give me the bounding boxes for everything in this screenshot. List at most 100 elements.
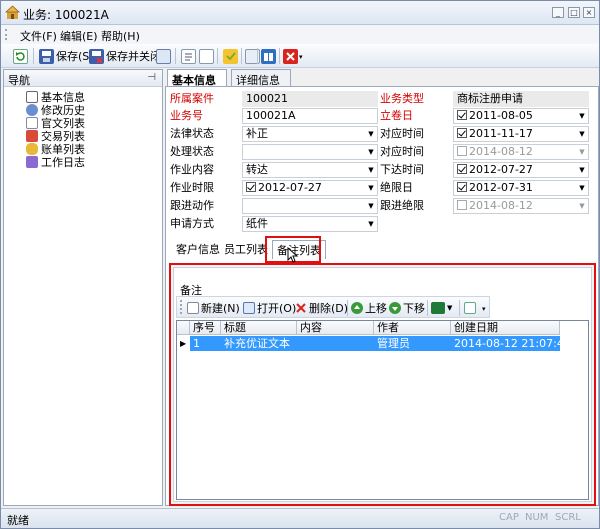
grid-corner — [177, 321, 190, 335]
cell-content — [297, 336, 300, 351]
follow-action-select[interactable]: ▼ — [242, 198, 378, 214]
work-content-value: 转达 — [246, 163, 268, 176]
maximize-button[interactable]: □ — [568, 7, 580, 18]
checkbox-checked-icon[interactable] — [457, 110, 467, 120]
due-time-value: 2011-11-17 — [469, 127, 533, 140]
document-button[interactable] — [181, 47, 198, 65]
subtab-staff-list[interactable]: 员工列表 — [224, 240, 268, 259]
save-button[interactable]: 保存(S) — [39, 47, 94, 65]
transaction-icon — [26, 130, 38, 142]
dropdown-arrow-icon[interactable]: ▼ — [366, 200, 376, 212]
close-doc-button[interactable] — [283, 47, 300, 65]
checkbox-unchecked-icon[interactable] — [457, 146, 467, 156]
page-button[interactable] — [199, 47, 216, 65]
dropdown-arrow-icon[interactable]: ▼ — [366, 218, 376, 230]
approve-button[interactable] — [223, 47, 240, 65]
biz-type-field: 商标注册申请 — [453, 91, 589, 107]
file-date-picker[interactable]: 2011-08-05 ▼ — [453, 108, 589, 124]
refresh-notes-button[interactable] — [464, 299, 478, 316]
legal-status-select[interactable]: 补正 ▼ — [242, 126, 378, 142]
save-close-button[interactable]: 保存并关闭 — [89, 47, 161, 65]
form-icon — [26, 91, 38, 103]
apply-method-select[interactable]: 纸件 ▼ — [242, 216, 378, 232]
tab-basic-info[interactable]: 基本信息(B) — [167, 69, 227, 101]
column-header-title[interactable]: 标题 — [221, 321, 297, 335]
legal-status-label: 法律状态 — [170, 127, 214, 140]
pin-icon[interactable]: ⊣ — [147, 72, 156, 83]
caps-indicator: CAP — [499, 512, 519, 523]
cell-index: 1 — [193, 337, 200, 350]
column-header-created[interactable]: 创建日期 — [451, 321, 560, 335]
menu-file[interactable]: 文件(F) — [20, 28, 57, 44]
help-book-button[interactable] — [261, 47, 278, 65]
dropdown-arrow-icon[interactable]: ▼ — [577, 110, 587, 122]
history-icon — [26, 104, 38, 116]
nav-item-work-log[interactable]: 工作日志 — [26, 155, 85, 169]
menu-grip-icon — [5, 29, 15, 40]
follow-date-picker[interactable]: 2014-08-12 ▼ — [453, 198, 589, 214]
due-time2-picker[interactable]: 2014-08-12 ▼ — [453, 144, 589, 160]
dropdown-arrow-icon[interactable]: ▼ — [577, 182, 587, 194]
toolbar-overflow-icon[interactable]: ▾ — [299, 53, 303, 61]
open-note-button[interactable]: 打开(O) — [243, 299, 296, 316]
checkbox-unchecked-icon[interactable] — [457, 200, 467, 210]
refresh-button[interactable] — [13, 47, 30, 65]
process-status-label: 处理状态 — [170, 145, 214, 158]
deadline-picker[interactable]: 2012-07-31 ▼ — [453, 180, 589, 196]
dropdown-arrow-icon[interactable]: ▼ — [366, 128, 376, 140]
issue-time-picker[interactable]: 2012-07-27 ▼ — [453, 162, 589, 178]
menu-help[interactable]: 帮助(H) — [101, 28, 140, 44]
form-area: 所属案件 100021 业务类型 商标注册申请 业务号 100021A 立卷日 … — [165, 86, 599, 506]
issue-time-label: 下达时间 — [380, 163, 424, 176]
minimize-button[interactable]: _ — [552, 7, 564, 18]
biz-no-label: 业务号 — [170, 109, 203, 122]
move-down-label: 下移 — [403, 301, 425, 315]
due-time-label: 对应时间 — [380, 127, 424, 140]
column-header-content[interactable]: 内容 — [297, 321, 374, 335]
checkbox-checked-icon[interactable] — [457, 182, 467, 192]
cell-author: 管理员 — [377, 337, 410, 350]
checkbox-checked-icon[interactable] — [457, 128, 467, 138]
open-icon — [243, 301, 255, 314]
save-close-icon — [89, 48, 104, 64]
column-header-author[interactable]: 作者 — [374, 321, 451, 335]
attach-button[interactable] — [245, 47, 262, 65]
process-status-select[interactable]: ▼ — [242, 144, 378, 160]
toolbar-overflow-icon[interactable]: ▾ — [482, 305, 486, 313]
num-indicator: NUM — [525, 512, 549, 523]
main-toolbar: 保存(S) 保存并关闭 ▾ — [1, 44, 599, 68]
case-field: 100021 — [242, 91, 378, 107]
work-deadline-picker[interactable]: 2012-07-27 ▼ — [242, 180, 378, 196]
nav-panel: 导航 ⊣ 基本信息 修改历史 官文列表 交易列表 账单列表 工作日志 — [3, 69, 163, 506]
new-note-button[interactable]: 新建(N) — [187, 299, 240, 316]
column-header-index[interactable]: 序号 — [190, 321, 221, 335]
notes-grid: 序号 标题 内容 作者 创建日期 ▶ 1 补充优证文本 管理员 2014-08-… — [176, 320, 589, 500]
work-content-select[interactable]: 转达 ▼ — [242, 162, 378, 178]
menu-edit[interactable]: 编辑(E) — [60, 28, 98, 44]
dropdown-arrow-icon[interactable]: ▼ — [366, 146, 376, 158]
export-button[interactable] — [156, 47, 173, 65]
dropdown-arrow-icon: ▼ — [447, 303, 453, 312]
checkbox-checked-icon[interactable] — [246, 182, 256, 192]
dropdown-arrow-icon[interactable]: ▼ — [577, 164, 587, 176]
due-time-picker[interactable]: 2011-11-17 ▼ — [453, 126, 589, 142]
checkbox-checked-icon[interactable] — [457, 164, 467, 174]
delete-note-button[interactable]: 删除(D) — [295, 299, 348, 316]
dropdown-arrow-icon[interactable]: ▼ — [366, 182, 376, 194]
deadline-label: 绝限日 — [380, 181, 413, 194]
move-down-button[interactable]: 下移 — [389, 299, 425, 316]
excel-export-button[interactable]: ▼ — [431, 299, 452, 316]
move-up-button[interactable]: 上移 — [351, 299, 387, 316]
page-icon — [199, 48, 214, 64]
dropdown-arrow-icon[interactable]: ▼ — [577, 200, 587, 212]
notes-inner: 备注 新建(N) 打开(O) 删除(D) 上移 下移 ▼ ▾ 序号 标题 内容 … — [173, 267, 592, 502]
coins-icon — [26, 143, 38, 155]
subtab-customer-info[interactable]: 客户信息 — [176, 240, 220, 259]
dropdown-arrow-icon[interactable]: ▼ — [366, 164, 376, 176]
dropdown-arrow-icon[interactable]: ▼ — [577, 128, 587, 140]
save-icon — [39, 48, 54, 64]
dropdown-arrow-icon[interactable]: ▼ — [577, 146, 587, 158]
close-button[interactable]: × — [583, 7, 595, 18]
tab-detail-info[interactable]: 详细信息(D) — [231, 69, 291, 101]
biz-no-input[interactable]: 100021A — [242, 108, 378, 124]
